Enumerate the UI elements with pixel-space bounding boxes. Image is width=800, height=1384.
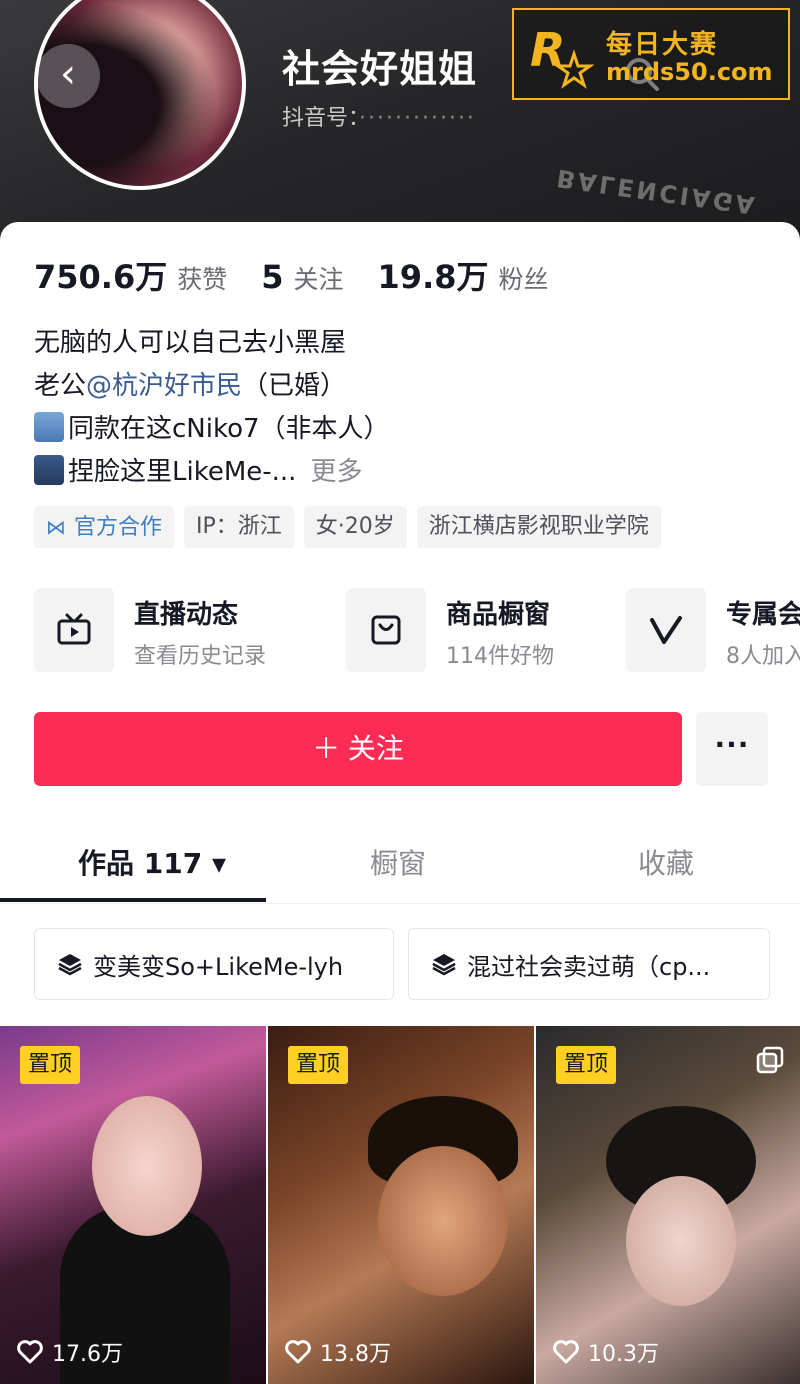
- profile-tags: ⋈ 官方合作 IP：浙江 女·20岁 浙江横店影视职业学院: [34, 506, 671, 548]
- collection-item[interactable]: 变美变So+LikeMe-lyh: [34, 928, 394, 1000]
- tag-gender-age: 女·20岁: [303, 506, 407, 548]
- stat-followers-label: 粉丝: [498, 265, 549, 294]
- bag-icon: [371, 615, 401, 645]
- stat-following-label: 关注: [293, 265, 344, 294]
- service-showcase-title: 商品橱窗: [446, 600, 551, 630]
- douyin-id-value: ·············: [359, 106, 476, 131]
- stat-following[interactable]: 5 关注: [261, 258, 343, 296]
- tab-showcase[interactable]: 橱窗: [370, 842, 426, 882]
- bio-line-2-prefix: 老公: [34, 371, 87, 401]
- tab-favorites[interactable]: 收藏: [638, 842, 694, 882]
- heart-icon: [553, 1340, 579, 1364]
- stat-followers[interactable]: 19.8万 粉丝: [378, 252, 549, 298]
- tab-works[interactable]: 作品 117 ▾: [78, 842, 226, 882]
- tag-ip: IP：浙江: [184, 506, 294, 548]
- handshake-icon: ⋈: [46, 515, 66, 539]
- douyin-id[interactable]: 抖音号：·············: [282, 100, 476, 132]
- bio-more-link[interactable]: 更多: [310, 457, 362, 487]
- service-showcase[interactable]: 商品橱窗 114件好物: [346, 588, 616, 674]
- video-grid: 置顶 17.6万 置顶 13.8万 置顶 10.3万: [0, 1026, 800, 1384]
- bio-line-4: 捏脸这里LikeMe-... 更多: [34, 451, 390, 494]
- bio: 无脑的人可以自己去小黑屋 老公@杭沪好市民（已婚） 同款在这cNiko7（非本人…: [34, 322, 390, 494]
- heart-icon: [285, 1340, 311, 1364]
- service-entries: 直播动态 查看历史记录 商品橱窗 114件好物 专属会 8人加入: [34, 588, 800, 674]
- tag-official-partner[interactable]: ⋈ 官方合作: [34, 506, 175, 548]
- multi-image-icon: [756, 1046, 784, 1074]
- watermark-logo-icon: R: [530, 23, 594, 89]
- video-likes-count: 13.8万: [320, 1342, 391, 1367]
- bag-icon-box: [346, 588, 426, 672]
- video-likes: 13.8万: [284, 1336, 391, 1368]
- service-exclusive-club[interactable]: 专属会 8人加入: [626, 588, 800, 674]
- bio-line-4-text: 捏脸这里LikeMe-...: [68, 457, 297, 487]
- video-likes-count: 17.6万: [52, 1342, 123, 1367]
- collection-title: 混过社会卖过萌（cp...: [467, 952, 711, 981]
- chevron-left-icon: ‹: [60, 51, 76, 97]
- more-options-button[interactable]: ···: [696, 712, 768, 786]
- heart-icon: [17, 1340, 43, 1364]
- mention-link[interactable]: @杭沪好市民: [86, 371, 242, 401]
- service-live-updates[interactable]: 直播动态 查看历史记录: [34, 588, 324, 674]
- service-live-title: 直播动态: [134, 600, 239, 630]
- collection-list: 变美变So+LikeMe-lyh 混过社会卖过萌（cp...: [34, 928, 784, 1000]
- bio-line-2-suffix: （已婚）: [242, 371, 347, 401]
- bio-line-3: 同款在这cNiko7（非本人）: [34, 408, 390, 451]
- stat-followers-count: 19.8万: [377, 258, 489, 296]
- watermark-url: mrds50.com: [606, 58, 773, 86]
- tag-school[interactable]: 浙江横店影视职业学院: [416, 506, 661, 548]
- stat-following-count: 5: [261, 258, 284, 296]
- service-live-sub: 查看历史记录: [134, 644, 267, 669]
- tie-emoji-icon: [34, 412, 64, 442]
- layers-icon: [58, 954, 82, 976]
- video-thumbnail[interactable]: 置顶 17.6万: [0, 1026, 266, 1384]
- video-likes: 17.6万: [16, 1336, 123, 1368]
- watermark-title: 每日大赛: [606, 30, 719, 60]
- tv-icon: [57, 613, 91, 645]
- back-button[interactable]: ‹: [36, 44, 100, 108]
- service-showcase-sub: 114件好物: [446, 644, 554, 669]
- v-icon: [650, 616, 682, 644]
- stat-likes-count: 750.6万: [34, 258, 168, 296]
- content-tabs: 作品 117 ▾ 橱窗 收藏: [0, 822, 800, 904]
- stat-likes[interactable]: 750.6万 获赞: [34, 252, 227, 298]
- pinned-badge: 置顶: [20, 1046, 81, 1084]
- pinned-badge: 置顶: [288, 1046, 349, 1084]
- follow-button[interactable]: ＋ 关注: [34, 712, 682, 786]
- bio-line-1: 无脑的人可以自己去小黑屋: [34, 328, 347, 358]
- pinned-badge: 置顶: [556, 1046, 617, 1084]
- profile-card: 750.6万 获赞 5 关注 19.8万 粉丝 无脑的人可以自己去小黑屋 老公@…: [0, 222, 800, 1384]
- profile-header: BALENCIAGA ‹ 社会好姐姐 抖音号：············· R 每…: [0, 0, 800, 260]
- bio-line-2: 老公@杭沪好市民（已婚）: [34, 365, 390, 408]
- collection-item[interactable]: 混过社会卖过萌（cp...: [408, 928, 770, 1000]
- douyin-id-label: 抖音号：: [282, 106, 360, 131]
- v-icon-box: [626, 588, 706, 672]
- background-photo: BALENCIAGA: [555, 163, 759, 220]
- watermark: R 每日大赛 mrds50.com: [512, 8, 790, 100]
- collection-title: 变美变So+LikeMe-lyh: [93, 952, 344, 981]
- video-likes: 10.3万: [552, 1336, 659, 1368]
- active-tab-indicator: [0, 898, 266, 902]
- bio-line-3-text: 同款在这cNiko7（非本人）: [68, 414, 390, 444]
- service-club-sub: 8人加入: [726, 644, 800, 669]
- video-likes-count: 10.3万: [588, 1342, 659, 1367]
- layers-icon: [432, 954, 456, 976]
- tag-official-label: 官方合作: [74, 515, 163, 540]
- video-thumbnail[interactable]: 置顶 13.8万: [268, 1026, 534, 1384]
- tv-icon-box: [34, 588, 114, 672]
- stats-row: 750.6万 获赞 5 关注 19.8万 粉丝: [34, 252, 583, 298]
- mailbox-emoji-icon: [34, 455, 64, 485]
- video-thumbnail[interactable]: 置顶 10.3万: [536, 1026, 800, 1384]
- service-club-title: 专属会: [726, 600, 800, 630]
- ellipsis-icon: ···: [714, 728, 750, 761]
- stat-likes-label: 获赞: [177, 265, 228, 294]
- nickname: 社会好姐姐: [282, 47, 478, 91]
